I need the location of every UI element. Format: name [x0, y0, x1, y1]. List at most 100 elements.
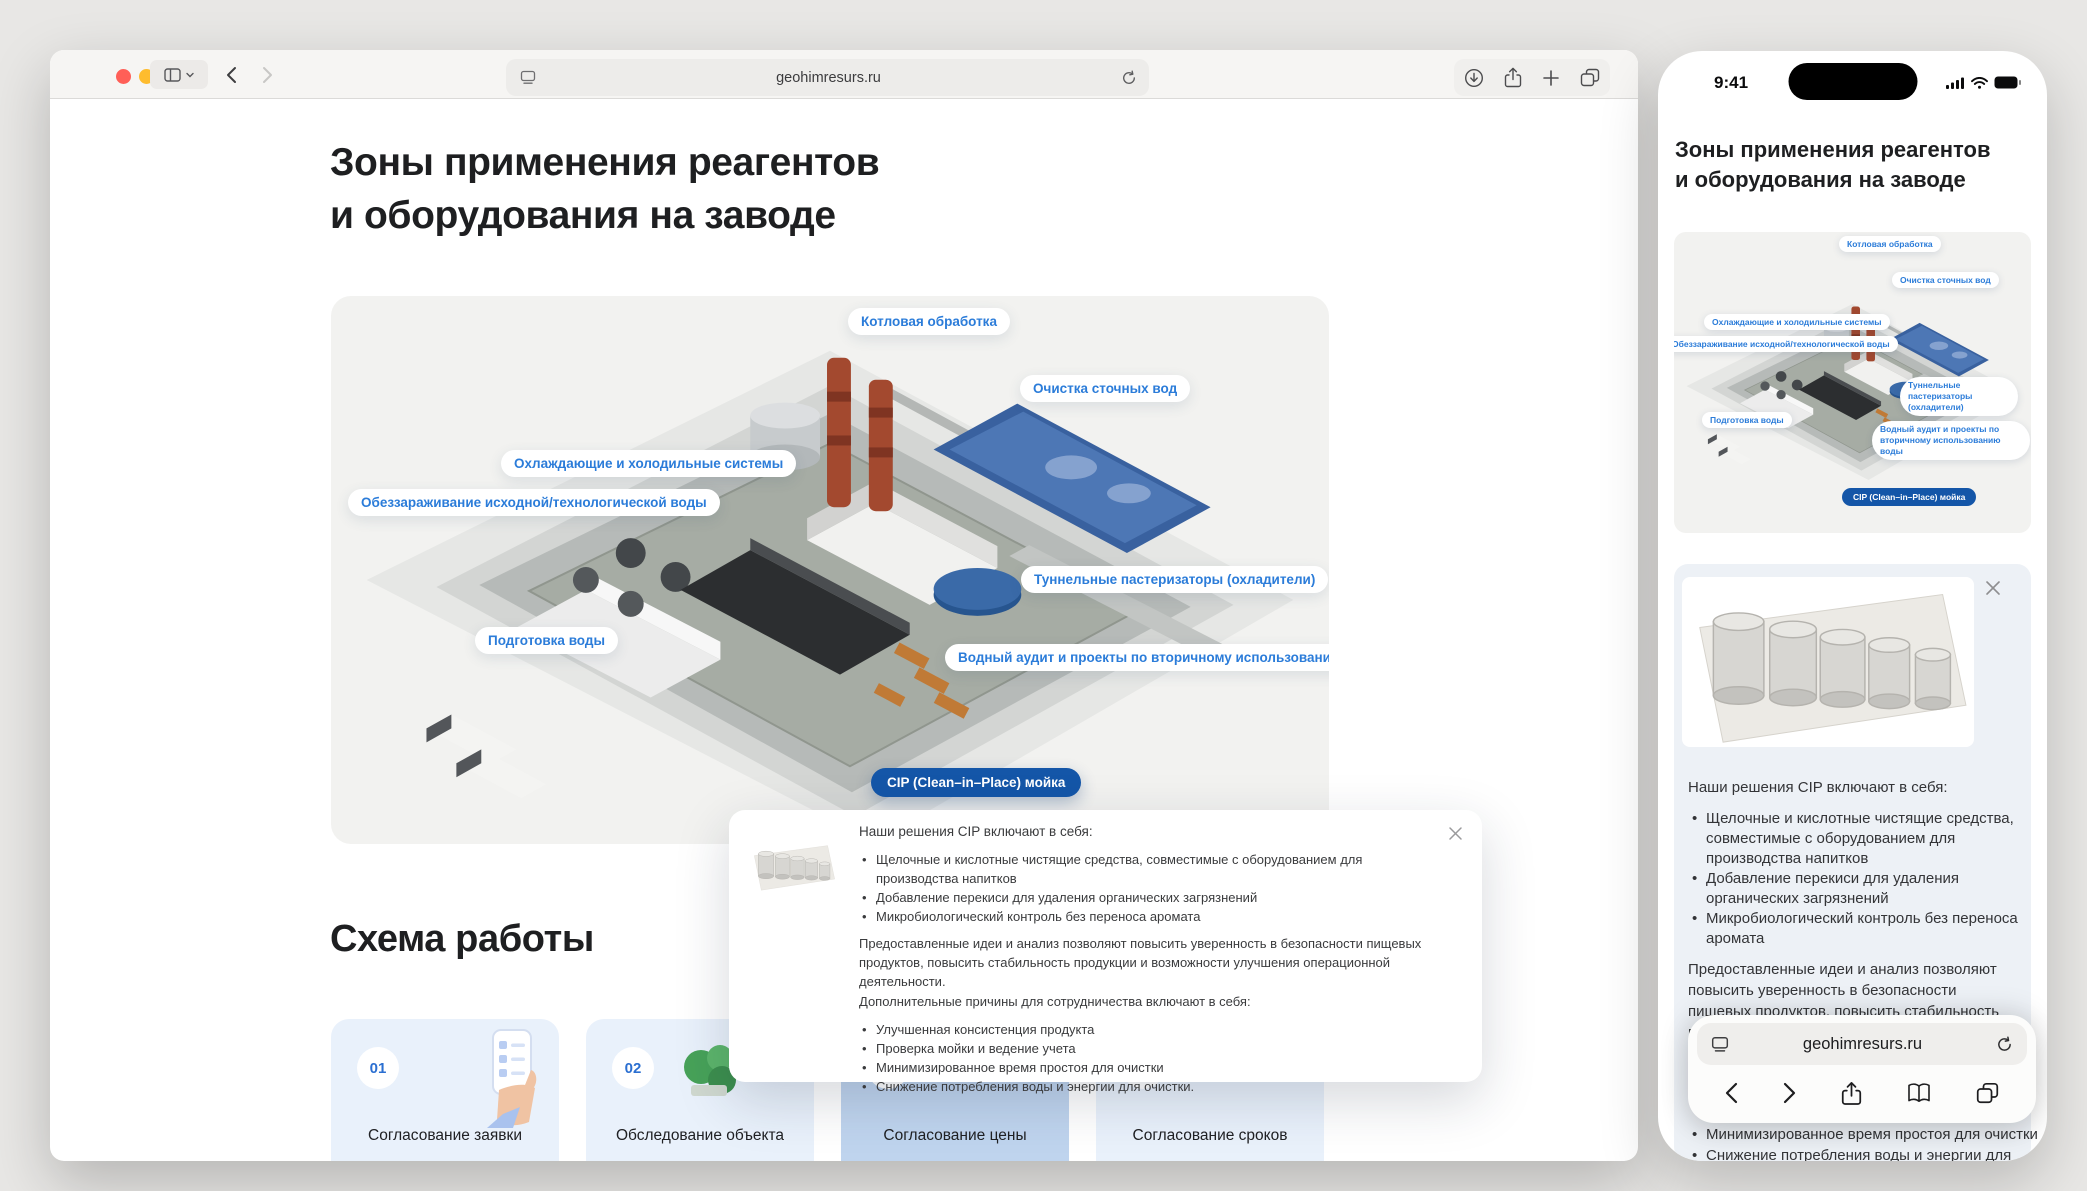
back-icon[interactable]: [1725, 1082, 1738, 1104]
iphone-safari-view: 9:41 Зоны применения реагентов и оборудо…: [1658, 51, 2047, 1161]
callout-tunnel-pasteurizers[interactable]: Туннельные пастеризаторы (охладители): [1900, 377, 2018, 416]
mobile-toolbar: [1688, 1067, 2036, 1119]
mobile-page-title-line1: Зоны применения реагентов: [1675, 135, 1991, 165]
cip-tanks-photo: [1682, 577, 1974, 747]
mobile-page-title: Зоны применения реагентов и оборудования…: [1675, 135, 1991, 195]
step-number-badge: 01: [357, 1047, 399, 1089]
status-bar-time: 9:41: [1714, 73, 1748, 93]
download-icon[interactable]: [1464, 68, 1484, 88]
share-icon[interactable]: [1841, 1081, 1862, 1106]
wifi-icon: [1971, 77, 1988, 89]
callout-water-preparation[interactable]: Подготовка воды: [1702, 412, 1792, 428]
page-title-line2: и оборудования на заводе: [330, 189, 879, 242]
callout-water-preparation[interactable]: Подготовка воды: [475, 627, 618, 654]
battery-icon: [1994, 76, 2021, 89]
popup-close-button[interactable]: [1444, 822, 1466, 844]
popup-more-intro: Дополнительные причины для сотрудничеств…: [859, 992, 1444, 1011]
popup-body: Наши решения CIP включают в себя: Щелочн…: [859, 822, 1444, 1104]
close-icon: [1448, 826, 1463, 841]
mobile-card-bullet: Снижение потребления воды и энергии для: [1688, 1145, 2028, 1161]
cellular-signal-icon: [1946, 77, 1965, 89]
popup-bullet: Снижение потребления воды и энергии для …: [859, 1077, 1444, 1096]
mobile-card-bullet: Щелочные и кислотные чистящие средства, …: [1688, 809, 2021, 869]
chevron-right-icon: [262, 66, 273, 84]
close-icon: [1985, 580, 2001, 596]
phone-in-hand-illustration: [473, 1027, 543, 1129]
callout-tunnel-pasteurizers[interactable]: Туннельные пастеризаторы (охладители): [1021, 566, 1328, 593]
callout-cooling-systems[interactable]: Охлаждающие и холодильные системы: [1704, 314, 1890, 330]
close-window-button[interactable]: [116, 69, 131, 84]
forward-icon[interactable]: [1783, 1082, 1796, 1104]
new-tab-icon[interactable]: [1542, 69, 1560, 87]
callout-cip-washing[interactable]: CIP (Clean–in–Place) мойка: [1842, 488, 1976, 506]
cip-tanks-thumbnail: [749, 836, 837, 896]
mobile-card-intro: Наши решения CIP включают в себя:: [1688, 778, 2021, 798]
popup-bullet: Проверка мойки и ведение учета: [859, 1039, 1444, 1058]
forward-button[interactable]: [252, 60, 282, 89]
tabs-overview-icon[interactable]: [1580, 68, 1600, 87]
page-settings-icon: [1711, 1036, 1729, 1053]
chevron-down-icon: [186, 72, 194, 78]
safari-window: geohimresurs.ru: [50, 50, 1638, 1161]
step-label: Согласование сроков: [1096, 1127, 1324, 1145]
mobile-address-bar[interactable]: geohimresurs.ru: [1697, 1023, 2027, 1065]
step-card-1[interactable]: 01 Согласование заявки: [331, 1019, 559, 1161]
bookmarks-icon[interactable]: [1907, 1082, 1931, 1104]
screenshot-canvas: geohimresurs.ru: [0, 0, 2087, 1191]
status-bar-icons: [1946, 76, 2021, 89]
mobile-card-bullets: Щелочные и кислотные чистящие средства, …: [1688, 809, 2021, 949]
popup-bullet: Улучшенная консистенция продукта: [859, 1020, 1444, 1039]
callout-water-disinfection[interactable]: Обеззараживание исходной/технологической…: [1674, 336, 1898, 352]
callout-cooling-systems[interactable]: Охлаждающие и холодильные системы: [501, 450, 796, 477]
popup-bullet: Минимизированное время простоя для очист…: [859, 1058, 1444, 1077]
url-text: geohimresurs.ru: [536, 70, 1121, 86]
cip-tanks-illustration: [1682, 577, 1974, 747]
popup-intro: Наши решения CIP включают в себя:: [859, 822, 1444, 841]
popup-bullet: Щелочные и кислотные чистящие средства, …: [859, 850, 1444, 888]
tabs-overview-icon[interactable]: [1976, 1082, 1999, 1104]
callout-boiler-treatment[interactable]: Котловая обработка: [848, 308, 1010, 335]
page-settings-icon: [520, 70, 536, 85]
mobile-page-title-line2: и оборудования на заводе: [1675, 165, 1991, 195]
callout-water-audit[interactable]: Водный аудит и проекты по вторичному исп…: [1872, 421, 2030, 460]
step-number-badge: 02: [612, 1047, 654, 1089]
popup-bullet-list-2: Улучшенная консистенция продукта Проверк…: [859, 1020, 1444, 1096]
popup-paragraph: Предоставленные идеи и анализ позволяют …: [859, 934, 1444, 991]
callout-cip-washing[interactable]: CIP (Clean–in–Place) мойка: [871, 768, 1081, 797]
step-label: Согласование заявки: [331, 1127, 559, 1145]
mobile-safari-bar: geohimresurs.ru: [1688, 1015, 2036, 1123]
mobile-card-bullet: Добавление перекиси для удаления органич…: [1688, 869, 2021, 909]
callout-boiler-treatment[interactable]: Котловая обработка: [1839, 236, 1941, 252]
scheme-section-title: Схема работы: [330, 918, 594, 961]
callout-water-disinfection[interactable]: Обеззараживание исходной/технологической…: [348, 489, 720, 516]
chevron-left-icon: [226, 66, 237, 84]
mobile-card-bullet: Минимизированное время простоя для очист…: [1688, 1124, 2028, 1145]
dynamic-island: [1788, 63, 1917, 100]
page-title: Зоны применения реагентов и оборудования…: [330, 136, 879, 242]
cip-popup: Наши решения CIP включают в себя: Щелочн…: [729, 810, 1482, 1082]
popup-bullet: Микробиологический контроль без переноса…: [859, 907, 1444, 926]
popup-bullet-list-1: Щелочные и кислотные чистящие средства, …: [859, 850, 1444, 926]
sidebar-toggle-button[interactable]: [150, 60, 208, 89]
mobile-card-close-button[interactable]: [1983, 578, 2003, 598]
page-title-line1: Зоны применения реагентов: [330, 136, 879, 189]
popup-bullet: Добавление перекиси для удаления органич…: [859, 888, 1444, 907]
mobile-card-bottom-bullets: Минимизированное время простоя для очист…: [1688, 1124, 2028, 1161]
callout-wastewater-treatment[interactable]: Очистка сточных вод: [1020, 375, 1190, 402]
share-icon[interactable]: [1504, 67, 1522, 88]
callout-wastewater-treatment[interactable]: Очистка сточных вод: [1892, 272, 1999, 288]
reload-icon[interactable]: [1996, 1036, 2013, 1053]
step-label: Обследование объекта: [586, 1127, 814, 1145]
sidebar-icon: [164, 68, 181, 82]
back-button[interactable]: [216, 60, 246, 89]
factory-map-panel: Котловая обработка Очистка сточных вод О…: [331, 296, 1329, 844]
mobile-url-text: geohimresurs.ru: [1729, 1035, 1996, 1054]
reload-icon[interactable]: [1121, 70, 1137, 86]
callout-water-audit[interactable]: Водный аудит и проекты по вторичному исп…: [945, 644, 1329, 671]
toolbar-button-group: [1454, 59, 1610, 96]
step-label: Согласование цены: [841, 1127, 1069, 1145]
address-bar[interactable]: geohimresurs.ru: [506, 59, 1149, 96]
mobile-factory-map-panel: Котловая обработка Очистка сточных вод О…: [1674, 232, 2031, 533]
browser-toolbar: geohimresurs.ru: [50, 50, 1638, 99]
mobile-card-bullet: Микробиологический контроль без переноса…: [1688, 909, 2021, 949]
